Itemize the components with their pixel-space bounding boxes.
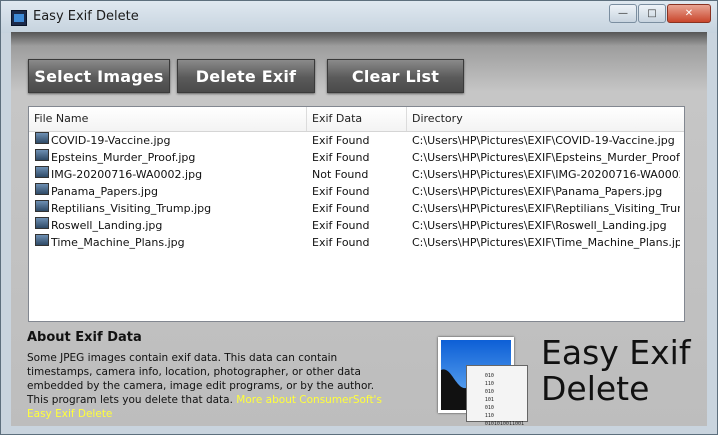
table-row[interactable]: Roswell_Landing.jpg Exif Found C:\Users\HP… — [29, 217, 684, 234]
window-title: Easy Exif Delete — [33, 9, 139, 24]
image-file-icon — [35, 200, 49, 212]
logo-text: Easy Exif Delete — [541, 335, 690, 407]
row-file-name: IMG-20200716-WA0002.jpg — [51, 168, 203, 181]
row-directory: C:\Users\HP\Pictures\EXIF\Reptilians_Vis… — [412, 202, 680, 215]
row-file-name: Epsteins_Murder_Proof.jpg — [51, 151, 196, 164]
table-row[interactable]: Time_Machine_Plans.jpg Exif Found C:\Users… — [29, 234, 684, 251]
logo-line-1: Easy Exif — [541, 333, 691, 372]
delete-exif-button[interactable]: Delete Exif — [177, 59, 315, 93]
file-list[interactable]: File Name Exif Data Directory COVID-19-V… — [28, 106, 685, 322]
row-exif-status: Exif Found — [312, 134, 370, 147]
maximize-icon[interactable]: □ — [638, 4, 666, 23]
list-header: File Name Exif Data Directory — [29, 107, 684, 132]
row-exif-status: Exif Found — [312, 236, 370, 249]
title-bar[interactable]: Easy Exif Delete — □ ✕ — [1, 1, 717, 33]
app-icon — [11, 10, 27, 26]
close-icon[interactable]: ✕ — [667, 4, 711, 23]
logo-line-2: Delete — [541, 369, 650, 408]
app-window: Easy Exif Delete — □ ✕ Select Images Del… — [0, 0, 718, 435]
row-exif-status: Exif Found — [312, 151, 370, 164]
clear-list-button[interactable]: Clear List — [327, 59, 464, 93]
select-images-button[interactable]: Select Images — [28, 59, 170, 93]
row-directory: C:\Users\HP\Pictures\EXIF\Roswell_Landin… — [412, 219, 667, 232]
column-header-directory[interactable]: Directory — [407, 107, 683, 131]
row-file-name: Roswell_Landing.jpg — [51, 219, 163, 232]
row-directory: C:\Users\HP\Pictures\EXIF\Time_Machine_P… — [412, 236, 680, 249]
row-directory: C:\Users\HP\Pictures\EXIF\Epsteins_Murde… — [412, 151, 680, 164]
row-directory: C:\Users\HP\Pictures\EXIF\IMG-20200716-W… — [412, 168, 680, 181]
column-header-exif-data[interactable]: Exif Data — [307, 107, 407, 131]
list-body: COVID-19-Vaccine.jpg Exif Found C:\Users\H… — [29, 132, 684, 251]
table-row[interactable]: IMG-20200716-WA0002.jpg Not Found C:\Users… — [29, 166, 684, 183]
row-exif-status: Not Found — [312, 168, 369, 181]
column-header-file-name[interactable]: File Name — [29, 107, 307, 131]
row-exif-status: Exif Found — [312, 185, 370, 198]
row-exif-status: Exif Found — [312, 202, 370, 215]
image-file-icon — [35, 166, 49, 178]
row-directory: C:\Users\HP\Pictures\EXIF\COVID-19-Vacci… — [412, 134, 675, 147]
about-title: About Exif Data — [27, 330, 142, 345]
table-row[interactable]: Epsteins_Murder_Proof.jpg Exif Found C:\Us… — [29, 149, 684, 166]
image-file-icon — [35, 217, 49, 229]
row-file-name: Time_Machine_Plans.jpg — [51, 236, 185, 249]
image-file-icon — [35, 234, 49, 246]
table-row[interactable]: COVID-19-Vaccine.jpg Exif Found C:\Users\H… — [29, 132, 684, 149]
row-directory: C:\Users\HP\Pictures\EXIF\Panama_Papers.… — [412, 185, 663, 198]
image-file-icon — [35, 132, 49, 144]
table-row[interactable]: Panama_Papers.jpg Exif Found C:\Users\HP\P… — [29, 183, 684, 200]
binary-data-icon: 010 110 010 101 010 110 0101010011001 — [466, 365, 528, 427]
client-area: Select Images Delete Exif Clear List Fil… — [11, 32, 707, 427]
image-file-icon — [35, 149, 49, 161]
row-file-name: Panama_Papers.jpg — [51, 185, 158, 198]
row-file-name: COVID-19-Vaccine.jpg — [51, 134, 171, 147]
row-file-name: Reptilians_Visiting_Trump.jpg — [51, 202, 212, 215]
row-exif-status: Exif Found — [312, 219, 370, 232]
minimize-icon[interactable]: — — [609, 4, 637, 23]
table-row[interactable]: Reptilians_Visiting_Trump.jpg Exif Found C… — [29, 200, 684, 217]
image-file-icon — [35, 183, 49, 195]
about-text: Some JPEG images contain exif data. This… — [27, 351, 382, 421]
